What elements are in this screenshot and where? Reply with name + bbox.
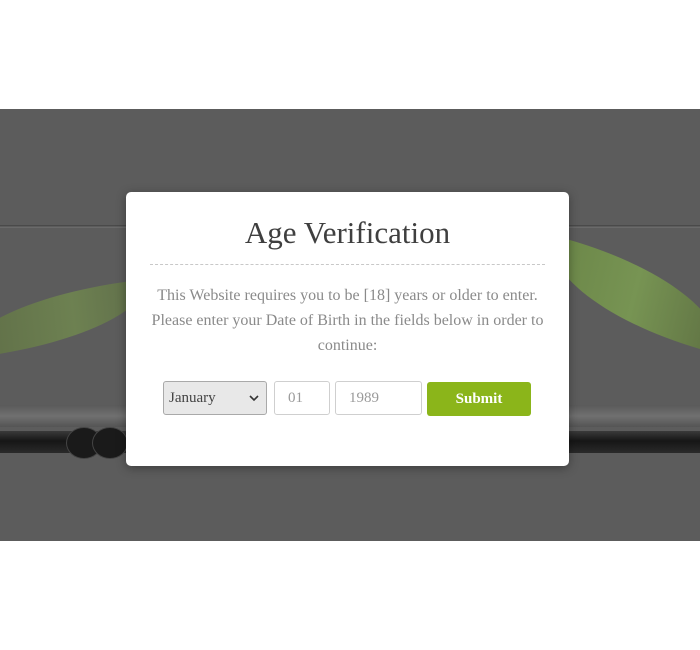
chevron-down-icon <box>249 395 259 402</box>
modal-title: Age Verification <box>244 215 451 250</box>
page: Age Verification This Website requires y… <box>0 0 700 650</box>
month-select-value: January <box>169 390 216 406</box>
verification-message: This Website requires you to be [18] yea… <box>151 287 544 354</box>
year-input[interactable]: 1989 <box>335 381 422 415</box>
submit-button[interactable]: Submit <box>427 382 531 416</box>
title-divider <box>150 264 545 265</box>
day-input[interactable]: 01 <box>274 381 330 415</box>
month-select[interactable]: January <box>163 381 267 415</box>
age-verification-modal: Age Verification This Website requires y… <box>126 192 569 466</box>
date-of-birth-form: January 01 1989 Submit <box>163 381 543 417</box>
background-rod-joint <box>92 427 128 459</box>
